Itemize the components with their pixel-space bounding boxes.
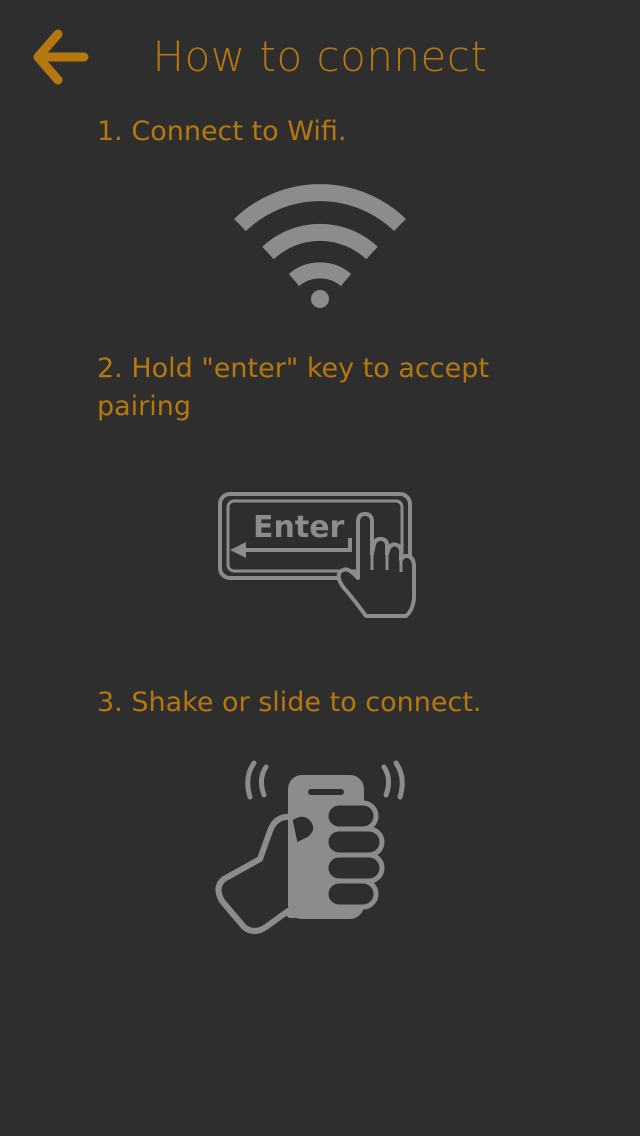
page-title: How to connect [152,32,488,81]
step-1-text: 1. Connect to Wifi. [97,116,347,147]
shake-phone-icon [210,755,415,940]
wifi-icon [230,183,410,313]
step-2-text: 2. Hold "enter" key to accept pairing [97,353,489,422]
enter-key-press-icon: Enter [216,490,421,625]
step-3-text: 3. Shake or slide to connect. [97,687,482,718]
enter-key-label: Enter [253,510,345,545]
